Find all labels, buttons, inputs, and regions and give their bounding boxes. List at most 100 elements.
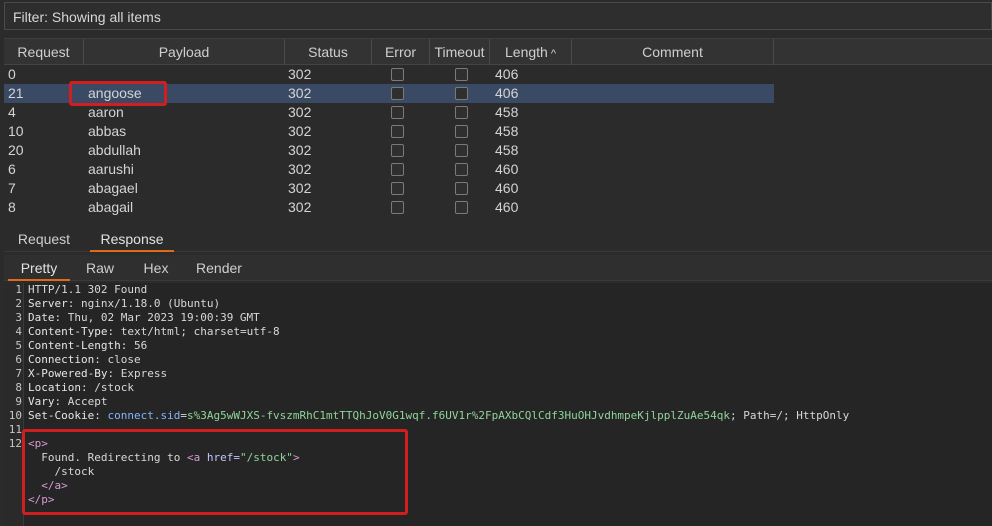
cell-request: 21 — [8, 85, 24, 101]
timeout-checkbox — [455, 144, 468, 157]
html-tag: <a — [186, 451, 201, 464]
cell-status: 302 — [288, 66, 312, 82]
header-line: Connection: close — [28, 353, 141, 366]
header-line: Location: /stock — [28, 381, 134, 394]
header-name: Set-Cookie — [28, 409, 95, 422]
filter-bar[interactable]: Filter: Showing all items — [4, 2, 992, 30]
sort-ascending-icon: ^ — [550, 48, 556, 60]
message-tabs: Request Response — [4, 226, 992, 252]
error-checkbox — [391, 106, 404, 119]
tab-render[interactable]: Render — [188, 255, 250, 281]
cell-status: 302 — [288, 123, 312, 139]
header-value: Express — [120, 367, 168, 380]
table-row[interactable]: 7 abagael 302 460 — [4, 179, 774, 198]
header-name: Content-Length — [28, 339, 121, 352]
header-value: close — [107, 353, 141, 366]
cell-length: 458 — [495, 142, 519, 158]
tab-hex[interactable]: Hex — [134, 255, 178, 281]
header-line: X-Powered-By: Express — [28, 367, 168, 380]
header-name: X-Powered-By — [28, 367, 108, 380]
timeout-checkbox — [455, 201, 468, 214]
body-line: </p> — [28, 493, 55, 507]
cell-length: 460 — [495, 161, 519, 177]
body-line: </a> — [28, 479, 68, 493]
table-row[interactable]: 6 aarushi 302 460 — [4, 160, 774, 179]
table-body: 0 302 406 21 angoose 302 406 4 aaron 302… — [4, 65, 774, 221]
cell-payload: aarushi — [88, 161, 134, 177]
tab-request[interactable]: Request — [10, 226, 78, 252]
table-header: Request Payload Status Error Timeout Len… — [4, 39, 992, 65]
cell-length: 460 — [495, 180, 519, 196]
cell-status: 302 — [288, 104, 312, 120]
html-attribute-value: "/stock" — [239, 451, 293, 464]
column-header-timeout[interactable]: Timeout — [430, 39, 490, 65]
column-header-payload[interactable]: Payload — [84, 39, 285, 65]
timeout-checkbox — [455, 163, 468, 176]
column-header-length[interactable]: Length ^ — [490, 39, 572, 65]
header-value: 56 — [133, 339, 148, 352]
tab-raw[interactable]: Raw — [78, 255, 122, 281]
table-row[interactable]: 8 abagail 302 460 — [4, 198, 774, 217]
line-number: 8 — [15, 381, 22, 394]
body-line: Found. Redirecting to <a href="/stock"> — [28, 451, 299, 465]
header-name: Connection — [28, 353, 95, 366]
cell-status: 302 — [288, 142, 312, 158]
body-line: /stock — [28, 465, 95, 479]
timeout-checkbox — [455, 68, 468, 81]
cell-length: 406 — [495, 85, 519, 101]
header-line: Date: Thu, 02 Mar 2023 19:00:39 GMT — [28, 311, 260, 324]
table-row[interactable]: 4 aaron 302 458 — [4, 103, 774, 122]
header-name: Server — [28, 297, 68, 310]
cell-request: 10 — [8, 123, 24, 139]
line-number: 10 — [8, 409, 22, 422]
link-text: /stock — [54, 465, 95, 478]
body-line: <p> — [28, 437, 48, 451]
header-line: Content-Type: text/html; charset=utf-8 — [28, 325, 280, 338]
cell-status: 302 — [288, 85, 312, 101]
line-number: 12 — [8, 437, 22, 450]
table-empty-area — [774, 65, 992, 221]
html-tag: <p> — [28, 437, 48, 450]
error-checkbox — [391, 182, 404, 195]
html-tag: </a> — [41, 479, 68, 492]
line-number: 11 — [8, 423, 22, 436]
table-row[interactable]: 20 abdullah 302 458 — [4, 141, 774, 160]
column-header-error[interactable]: Error — [372, 39, 430, 65]
cell-length: 406 — [495, 66, 519, 82]
header-value: /stock — [94, 381, 134, 394]
html-tag: </p> — [28, 493, 55, 506]
line-number: 3 — [15, 311, 22, 324]
status-line: HTTP/1.1 302 Found — [28, 283, 148, 296]
line-number-gutter: 1 2 3 4 5 6 7 8 9 10 11 12 — [4, 283, 24, 526]
results-table: Request Payload Status Error Timeout Len… — [4, 38, 992, 221]
column-header-request[interactable]: Request — [4, 39, 84, 65]
header-name: Content-Type — [28, 325, 108, 338]
cookie-name: connect.sid — [107, 409, 181, 422]
cell-payload: abdullah — [88, 142, 141, 158]
header-name: Vary — [28, 395, 55, 408]
cell-request: 7 — [8, 180, 16, 196]
line-number: 9 — [15, 395, 22, 408]
cell-length: 460 — [495, 199, 519, 215]
set-cookie-line: Set-Cookie: connect.sid=s%3Ag5wWJXS-fvsz… — [28, 409, 850, 422]
column-header-status[interactable]: Status — [285, 39, 372, 65]
error-checkbox — [391, 125, 404, 138]
error-checkbox — [391, 144, 404, 157]
column-header-length-label: Length — [505, 44, 548, 60]
cell-length: 458 — [495, 123, 519, 139]
column-header-comment[interactable]: Comment — [572, 39, 774, 65]
line-number: 4 — [15, 325, 22, 338]
response-viewer[interactable]: 1 2 3 4 5 6 7 8 9 10 11 12 HTTP/1.1 302 … — [4, 283, 992, 526]
tab-pretty[interactable]: Pretty — [8, 255, 70, 281]
cell-request: 8 — [8, 199, 16, 215]
header-name: Location — [28, 381, 81, 394]
header-line: Server: nginx/1.18.0 (Ubuntu) — [28, 297, 221, 310]
tab-response[interactable]: Response — [90, 226, 174, 252]
header-value: text/html; charset=utf-8 — [120, 325, 280, 338]
cell-status: 302 — [288, 180, 312, 196]
html-attribute: href= — [206, 451, 240, 464]
view-tabs: Pretty Raw Hex Render — [4, 255, 992, 281]
table-row[interactable]: 0 302 406 — [4, 65, 774, 84]
table-row[interactable]: 10 abbas 302 458 — [4, 122, 774, 141]
table-row-selected[interactable]: 21 angoose 302 406 — [4, 84, 774, 103]
